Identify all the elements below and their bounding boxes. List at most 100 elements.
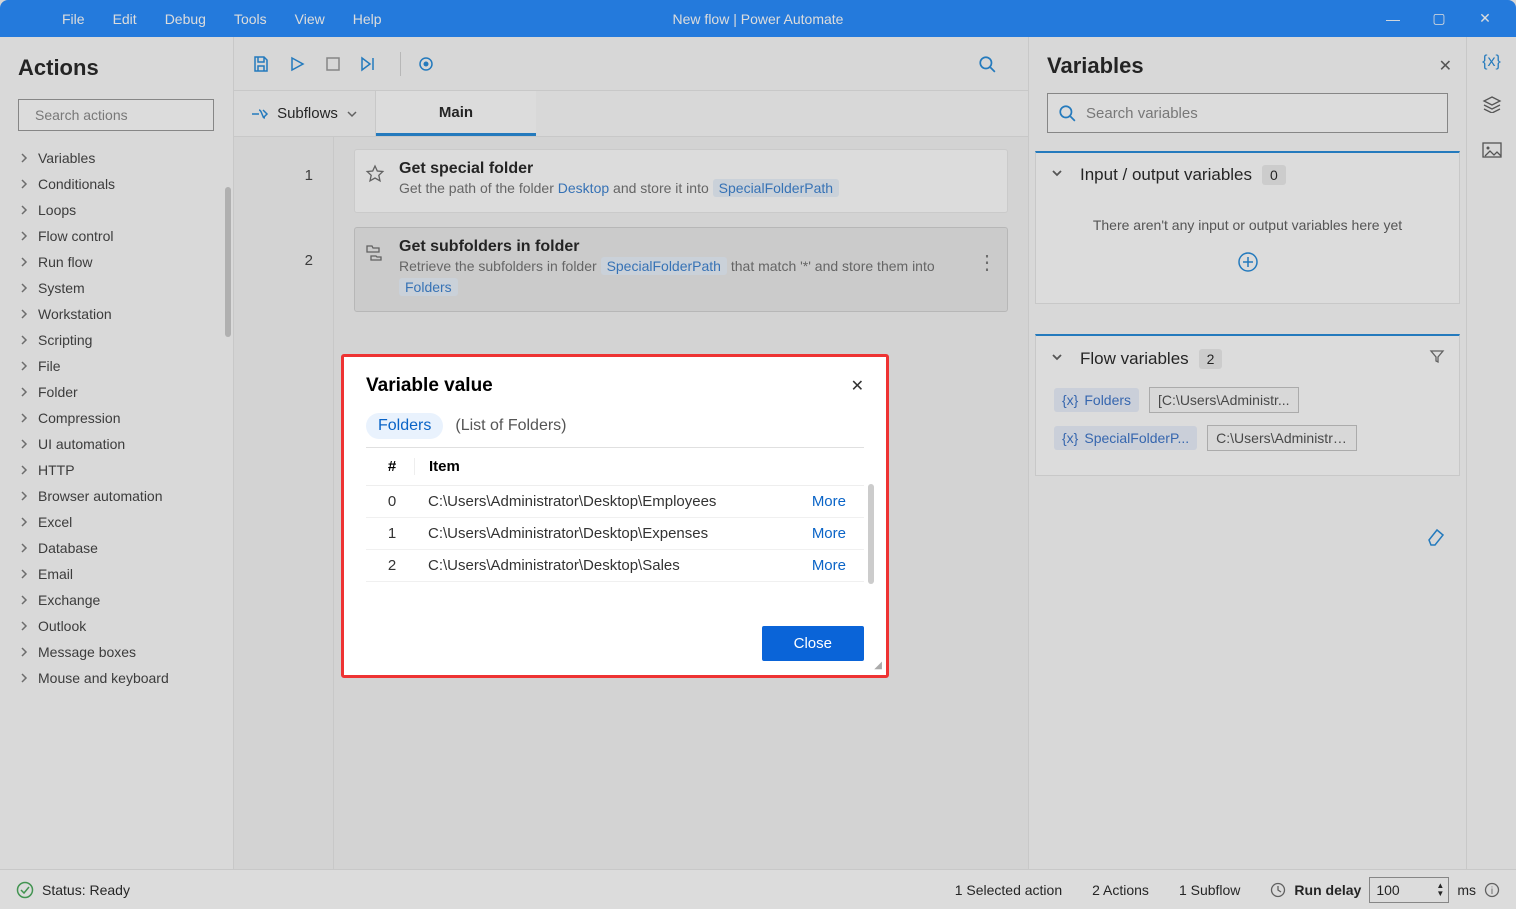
dialog-table: # Item 0C:\Users\Administrator\Desktop\E… (366, 447, 864, 612)
variables-search-input[interactable] (1086, 105, 1437, 122)
right-rail: {x} (1466, 37, 1516, 869)
step-1-title: Get special folder (399, 160, 993, 178)
dialog-close-button[interactable]: Close (762, 626, 864, 661)
variables-search[interactable] (1047, 93, 1448, 133)
actions-count: 2 Actions (1092, 882, 1149, 898)
flow-var-specialfolderpath[interactable]: {x}SpecialFolderP... C:\Users\Administra… (1036, 419, 1459, 457)
chevron-down-icon[interactable] (1050, 165, 1064, 185)
rail-images-icon[interactable] (1482, 142, 1502, 163)
run-delay-control: Run delay ▲▼ ms i (1270, 877, 1500, 903)
run-delay-label: Run delay (1294, 882, 1361, 898)
category-loops[interactable]: Loops (18, 197, 223, 223)
chevron-right-icon (18, 334, 30, 346)
spinner-arrows[interactable]: ▲▼ (1436, 882, 1444, 898)
minimize-button[interactable]: — (1370, 4, 1416, 34)
category-message-boxes[interactable]: Message boxes (18, 639, 223, 665)
flow-var-folders[interactable]: {x}Folders [C:\Users\Administr... (1036, 381, 1459, 419)
category-exchange[interactable]: Exchange (18, 587, 223, 613)
dialog-scrollbar[interactable] (868, 484, 874, 584)
menu-tools[interactable]: Tools (220, 3, 281, 35)
row-index: 0 (370, 493, 414, 510)
rail-variables-icon[interactable]: {x} (1482, 53, 1501, 71)
category-mouse-and-keyboard[interactable]: Mouse and keyboard (18, 665, 223, 691)
category-email[interactable]: Email (18, 561, 223, 587)
category-file[interactable]: File (18, 353, 223, 379)
row-index: 1 (370, 525, 414, 542)
row-more-link[interactable]: More (812, 557, 860, 574)
menu-bar: File Edit Debug Tools View Help (0, 3, 396, 35)
find-button[interactable] (972, 49, 1002, 79)
run-delay-input[interactable] (1376, 882, 1426, 898)
toolbar-separator (400, 52, 401, 76)
dialog-row[interactable]: 0C:\Users\Administrator\Desktop\Employee… (366, 486, 864, 518)
category-ui-automation[interactable]: UI automation (18, 431, 223, 457)
variables-close-icon[interactable]: ✕ (1439, 56, 1452, 76)
category-outlook[interactable]: Outlook (18, 613, 223, 639)
rail-layers-icon[interactable] (1482, 95, 1502, 118)
menu-view[interactable]: View (281, 3, 339, 35)
category-run-flow[interactable]: Run flow (18, 249, 223, 275)
row-more-link[interactable]: More (812, 493, 860, 510)
row-more-link[interactable]: More (812, 525, 860, 542)
category-excel[interactable]: Excel (18, 509, 223, 535)
step-get-subfolders[interactable]: Get subfolders in folder Retrieve the su… (354, 227, 1008, 312)
chevron-right-icon (18, 490, 30, 502)
category-variables[interactable]: Variables (18, 145, 223, 171)
menu-edit[interactable]: Edit (99, 3, 151, 35)
chevron-right-icon (18, 204, 30, 216)
chevron-down-icon (346, 108, 358, 120)
chevron-right-icon (18, 464, 30, 476)
record-button[interactable] (411, 49, 441, 79)
menu-file[interactable]: File (48, 3, 99, 35)
search-icon (1058, 104, 1076, 122)
tab-main[interactable]: Main (376, 91, 536, 136)
category-flow-control[interactable]: Flow control (18, 223, 223, 249)
subflows-dropdown[interactable]: Subflows (234, 91, 376, 136)
step-button[interactable] (354, 49, 384, 79)
run-button[interactable] (282, 49, 312, 79)
dialog-row[interactable]: 2C:\Users\Administrator\Desktop\SalesMor… (366, 550, 864, 582)
menu-help[interactable]: Help (339, 3, 396, 35)
step-number-1: 1 (234, 137, 333, 214)
subflows-icon (251, 107, 269, 121)
io-variables-section: Input / output variables 0 There aren't … (1035, 151, 1460, 304)
erase-icon[interactable] (1029, 506, 1466, 572)
menu-debug[interactable]: Debug (151, 3, 220, 35)
category-workstation[interactable]: Workstation (18, 301, 223, 327)
info-icon[interactable]: i (1484, 882, 1500, 898)
flow-variables-section: Flow variables 2 {x}Folders [C:\Users\Ad… (1035, 334, 1460, 476)
category-browser-automation[interactable]: Browser automation (18, 483, 223, 509)
step-gutter: 1 2 (234, 137, 334, 869)
step-get-special-folder[interactable]: Get special folder Get the path of the f… (354, 149, 1008, 213)
run-delay-spinner[interactable]: ▲▼ (1369, 877, 1449, 903)
actions-scrollbar[interactable] (225, 187, 231, 337)
dialog-row[interactable]: 1C:\Users\Administrator\Desktop\Expenses… (366, 518, 864, 550)
step-2-desc: Retrieve the subfolders in folder Specia… (399, 256, 993, 299)
actions-search[interactable] (18, 99, 214, 131)
chevron-down-icon[interactable] (1050, 349, 1064, 369)
dialog-close-icon[interactable]: ✕ (851, 376, 864, 396)
maximize-button[interactable]: ▢ (1416, 4, 1462, 34)
category-http[interactable]: HTTP (18, 457, 223, 483)
category-database[interactable]: Database (18, 535, 223, 561)
filter-icon[interactable] (1429, 348, 1445, 369)
window-controls: — ▢ ✕ (1370, 4, 1508, 34)
chevron-right-icon (18, 516, 30, 528)
category-scripting[interactable]: Scripting (18, 327, 223, 353)
step-2-more-icon[interactable]: ⋮ (977, 250, 997, 275)
category-compression[interactable]: Compression (18, 405, 223, 431)
chevron-right-icon (18, 360, 30, 372)
dialog-type-label: (List of Folders) (455, 417, 566, 435)
save-button[interactable] (246, 49, 276, 79)
chevron-right-icon (18, 256, 30, 268)
actions-search-input[interactable] (35, 107, 216, 123)
resize-grip[interactable]: ◢ (874, 660, 882, 671)
category-system[interactable]: System (18, 275, 223, 301)
stop-button[interactable] (318, 49, 348, 79)
category-conditionals[interactable]: Conditionals (18, 171, 223, 197)
variable-icon: {x} (1062, 392, 1078, 408)
add-io-variable-button[interactable] (1036, 245, 1459, 285)
close-window-button[interactable]: ✕ (1462, 4, 1508, 34)
category-folder[interactable]: Folder (18, 379, 223, 405)
io-count-badge: 0 (1262, 165, 1286, 185)
